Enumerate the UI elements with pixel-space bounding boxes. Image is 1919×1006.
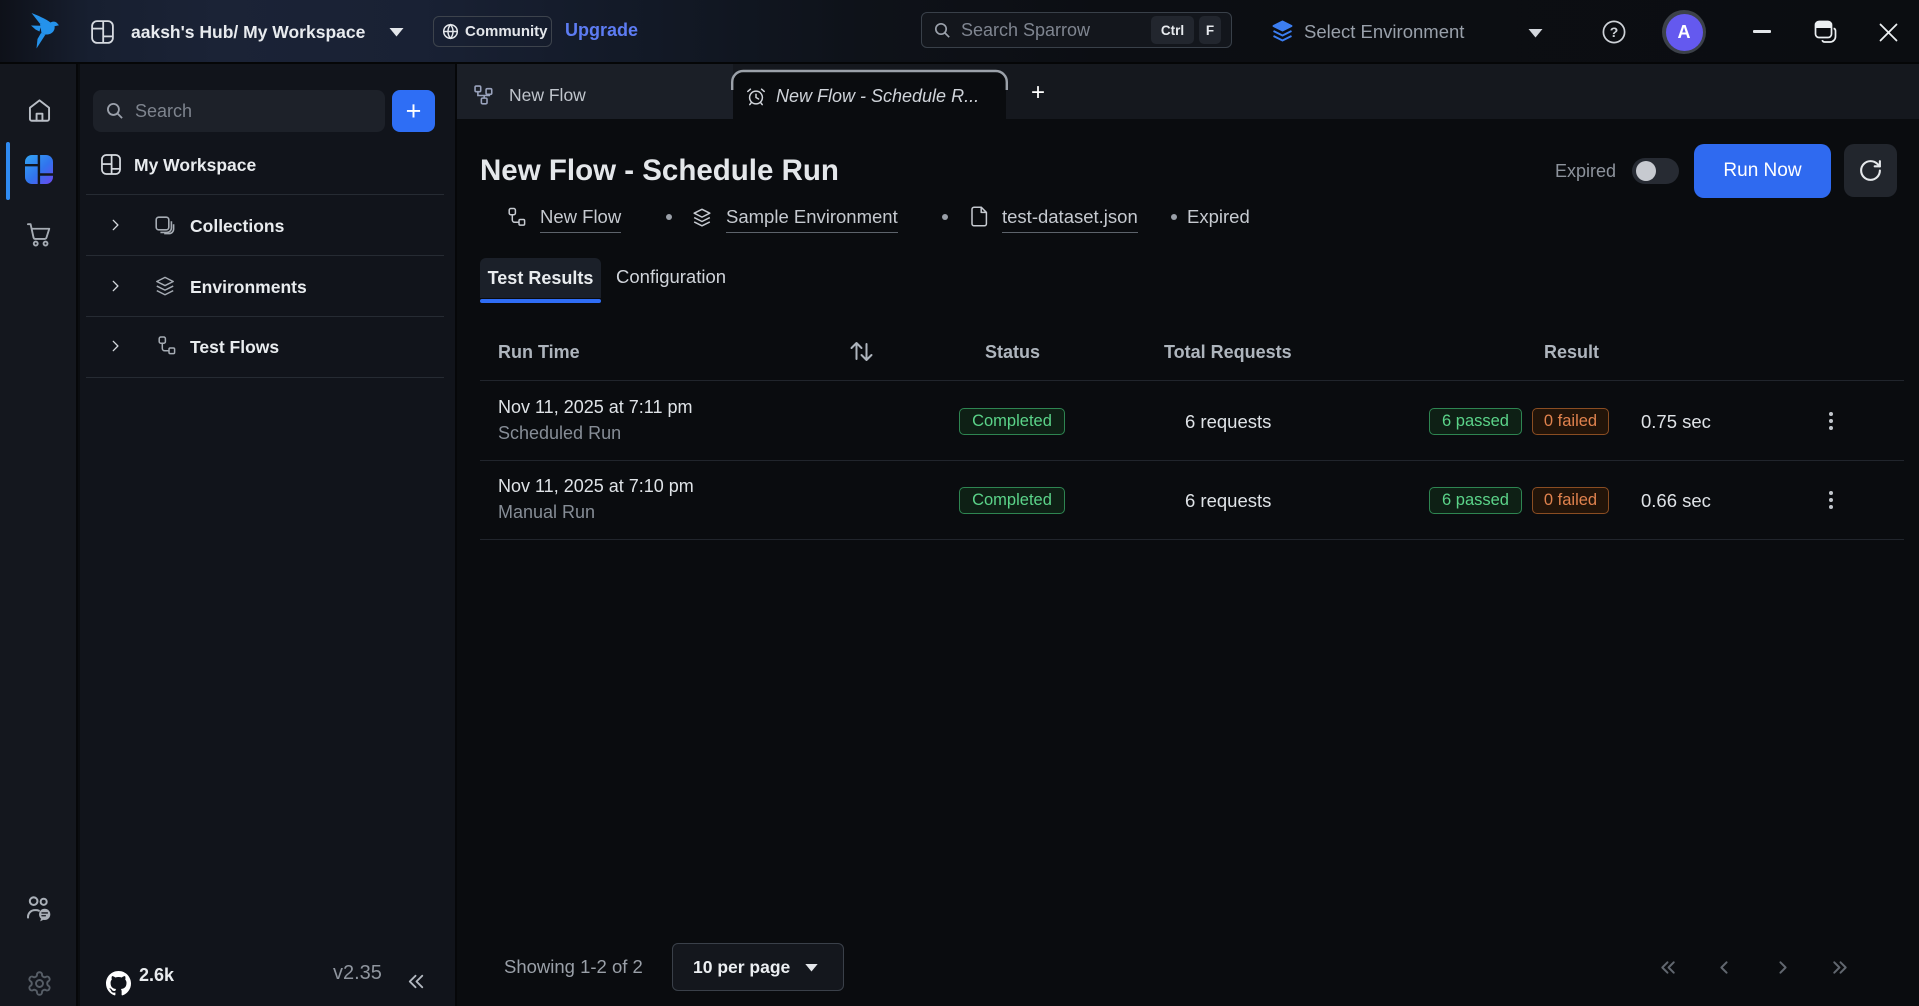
svg-text:?: ? — [1610, 24, 1619, 40]
